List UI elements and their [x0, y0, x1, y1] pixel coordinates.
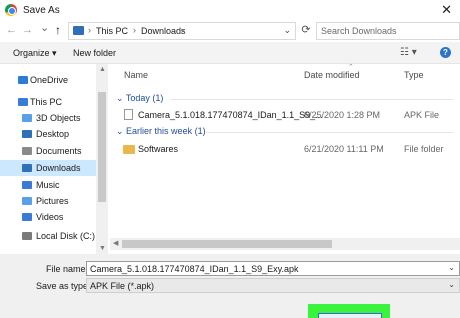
save-type-select[interactable]: APK File (*.apk) ⌄	[86, 278, 460, 293]
organize-button[interactable]: Organize ▾	[13, 48, 57, 59]
download-icon	[22, 164, 32, 172]
apk-file-icon	[124, 109, 133, 120]
sidebar-item-pictures[interactable]: Pictures	[0, 193, 96, 209]
disk-icon	[22, 232, 32, 240]
chrome-icon	[5, 4, 17, 16]
command-toolbar: Organize ▾ New folder ☷ ▾ ?	[0, 42, 460, 64]
file-type: File folder	[404, 144, 444, 154]
sidebar-item-3d-objects[interactable]: 3D Objects	[0, 110, 96, 126]
file-name: Camera_5.1.018.177470874_IDan_1.1_S9_...	[138, 110, 323, 120]
breadcrumb-downloads[interactable]: Downloads	[141, 26, 186, 36]
window-title: Save As	[23, 5, 60, 16]
group-divider	[170, 99, 454, 100]
file-name-dropdown-icon[interactable]: ⌄	[448, 263, 455, 272]
scroll-down-arrow-icon[interactable]: ▼	[99, 245, 106, 252]
scrollbar-thumb[interactable]	[98, 92, 106, 202]
view-options-icon[interactable]: ☷ ▾	[400, 47, 417, 58]
save-options-panel: File name: Camera_5.1.018.177470874_IDan…	[0, 254, 460, 318]
sidebar-item-label: Documents	[36, 146, 82, 156]
sidebar-item-label: 3D Objects	[36, 113, 81, 123]
recent-locations-dropdown-icon[interactable]: ⌄	[40, 21, 49, 34]
sidebar-item-downloads[interactable]: Downloads	[0, 160, 96, 176]
folder-icon	[123, 145, 135, 154]
sidebar-item-desktop[interactable]: Desktop	[0, 126, 96, 142]
sidebar-item-videos[interactable]: Videos	[0, 209, 96, 225]
sidebar-item-label: Downloads	[36, 163, 81, 173]
close-button[interactable]: ✕	[441, 2, 452, 18]
scrollbar-thumb[interactable]	[122, 240, 332, 248]
file-row[interactable]: Softwares 6/21/2020 11:11 PM File folder	[110, 141, 460, 157]
group-header-today[interactable]: ⌄ Today (1)	[116, 93, 163, 104]
file-row[interactable]: Camera_5.1.018.177470874_IDan_1.1_S9_...…	[110, 107, 460, 123]
sidebar-item-label: Pictures	[36, 196, 69, 206]
group-label: Today (1)	[125, 93, 164, 103]
sidebar-item-label: Desktop	[36, 129, 70, 139]
file-list-horizontal-scrollbar[interactable]: ◀	[110, 238, 460, 250]
sidebar-item-label: Music	[36, 180, 60, 190]
desktop-icon	[22, 130, 32, 138]
breadcrumb-separator: ›	[181, 25, 184, 35]
breadcrumb-separator: ›	[133, 25, 136, 35]
pictures-icon	[22, 197, 32, 205]
file-type: APK File	[404, 110, 440, 120]
sidebar-item-label: OneDrive	[30, 75, 69, 85]
group-header-earlier-this-week[interactable]: ⌄ Earlier this week (1)	[116, 126, 206, 137]
address-dropdown-icon[interactable]: ⌄	[283, 25, 291, 36]
sidebar-item-label: This PC	[30, 97, 63, 107]
file-name-field[interactable]: Camera_5.1.018.177470874_IDan_1.1_S9_Exy…	[86, 261, 460, 276]
refresh-icon[interactable]: ⟳	[298, 22, 314, 40]
forward-arrow-icon[interactable]: →	[22, 24, 33, 36]
file-list: Name ⌃ Date modified Type ⌄ Today (1) Ca…	[110, 64, 460, 254]
address-bar[interactable]: › This PC › Downloads › ⌄	[68, 22, 296, 40]
up-arrow-icon[interactable]: ↑	[55, 23, 61, 37]
save-type-dropdown-icon[interactable]: ⌄	[448, 280, 455, 289]
group-divider	[206, 132, 454, 133]
file-name-value: Camera_5.1.018.177470874_IDan_1.1_S9_Exy…	[90, 264, 299, 274]
help-icon[interactable]: ?	[440, 47, 451, 58]
search-placeholder: Search Downloads	[321, 26, 397, 36]
column-header-type[interactable]: Type	[404, 70, 424, 80]
sidebar-item-onedrive[interactable]: OneDrive	[0, 72, 96, 88]
scroll-left-arrow-icon[interactable]: ◀	[113, 239, 118, 247]
column-header-date[interactable]: Date modified	[304, 70, 360, 80]
file-name-label: File name:	[46, 264, 89, 274]
search-input[interactable]: Search Downloads	[316, 22, 460, 40]
new-folder-button[interactable]: New folder	[73, 48, 116, 58]
back-arrow-icon[interactable]: ←	[6, 24, 17, 36]
cloud-icon	[18, 76, 28, 84]
navigation-pane-scrollbar[interactable]: ▲ ▼	[96, 64, 108, 254]
sidebar-item-this-pc[interactable]: This PC	[0, 94, 96, 110]
group-collapse-icon[interactable]: ⌄	[116, 126, 126, 136]
music-icon	[22, 181, 32, 189]
video-icon	[22, 213, 32, 221]
file-date: 6/25/2020 1:28 PM	[304, 110, 381, 120]
sidebar-item-label: Local Disk (C:)	[36, 231, 96, 241]
document-icon	[22, 147, 32, 155]
navigation-bar: ← → ⌄ ↑ › This PC › Downloads › ⌄ ⟳ Sear…	[0, 20, 460, 42]
sidebar-item-local-disk[interactable]: Local Disk (C:)	[0, 228, 96, 244]
computer-icon	[73, 26, 84, 35]
save-type-value: APK File (*.apk)	[90, 281, 155, 291]
computer-icon	[18, 98, 28, 106]
title-bar: Save As ✕	[0, 0, 460, 20]
save-button[interactable]	[318, 313, 382, 318]
save-type-label: Save as type:	[36, 281, 91, 291]
group-collapse-icon[interactable]: ⌄	[116, 93, 126, 103]
breadcrumb-this-pc[interactable]: This PC	[96, 26, 128, 36]
sidebar-item-label: Videos	[36, 212, 64, 222]
navigation-pane: OneDrive This PC 3D Objects Desktop Docu…	[0, 64, 108, 254]
group-label: Earlier this week (1)	[126, 126, 206, 136]
scroll-up-arrow-icon[interactable]: ▲	[99, 66, 106, 73]
breadcrumb-separator: ›	[88, 25, 91, 35]
column-header-name[interactable]: Name	[124, 70, 148, 80]
cube-icon	[22, 114, 32, 122]
sidebar-item-documents[interactable]: Documents	[0, 143, 96, 159]
sidebar-item-music[interactable]: Music	[0, 177, 96, 193]
file-name: Softwares	[138, 144, 179, 154]
file-date: 6/21/2020 11:11 PM	[304, 144, 384, 154]
